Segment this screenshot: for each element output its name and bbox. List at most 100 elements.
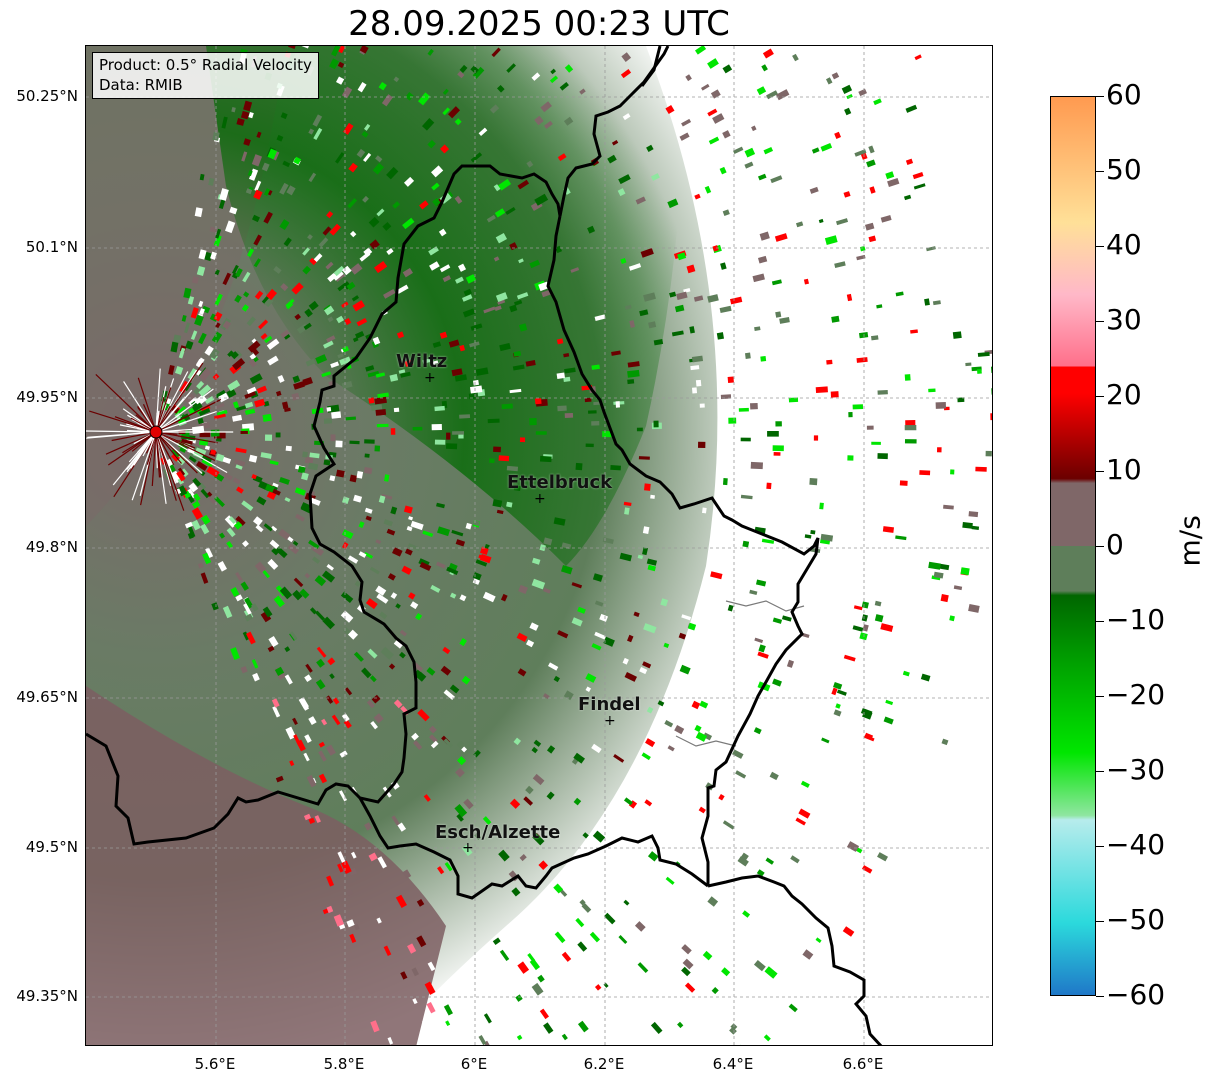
map-title: 28.09.2025 00:23 UTC xyxy=(348,4,730,44)
velocity-bin xyxy=(364,453,370,458)
velocity-bin xyxy=(363,467,373,475)
velocity-bin xyxy=(556,372,565,379)
velocity-bin xyxy=(331,411,342,419)
velocity-bin xyxy=(846,93,853,100)
velocity-bin xyxy=(644,483,651,491)
velocity-bin xyxy=(694,724,702,733)
velocity-bin xyxy=(834,261,846,268)
velocity-bin xyxy=(960,567,970,576)
velocity-bin xyxy=(199,432,211,438)
velocity-bin xyxy=(833,709,842,717)
colorbar-tick-label: 50 xyxy=(1106,153,1142,186)
velocity-bin xyxy=(752,273,765,283)
velocity-bin xyxy=(976,369,982,374)
velocity-bin xyxy=(910,329,918,334)
velocity-bin xyxy=(727,376,734,383)
velocity-bin xyxy=(644,799,653,807)
velocity-bin xyxy=(853,605,863,611)
velocity-bin xyxy=(904,374,911,381)
velocity-bin xyxy=(531,982,544,996)
velocity-bin xyxy=(695,379,702,387)
velocity-bin xyxy=(721,967,731,977)
velocity-bin xyxy=(393,407,400,413)
velocity-bin xyxy=(758,173,767,181)
velocity-bin xyxy=(506,501,513,508)
velocity-bin xyxy=(627,379,635,385)
velocity-bin xyxy=(647,851,659,862)
velocity-bin xyxy=(326,407,332,412)
lon-tick-label: 6.2°E xyxy=(583,1055,625,1073)
velocity-bin xyxy=(771,279,782,286)
velocity-bin xyxy=(707,896,719,907)
velocity-bin xyxy=(210,429,220,437)
velocity-bin xyxy=(904,194,912,201)
velocity-bin xyxy=(928,388,936,393)
velocity-bin xyxy=(679,664,691,675)
velocity-bin xyxy=(836,689,847,696)
colorbar-tick xyxy=(1096,396,1104,397)
lat-tick-label: 49.65°N xyxy=(16,688,78,706)
lon-tick-label: 5.6°E xyxy=(194,1055,236,1073)
velocity-bin xyxy=(758,255,768,264)
velocity-bin xyxy=(820,143,833,152)
velocity-bin xyxy=(831,315,840,323)
velocity-bin xyxy=(990,413,992,421)
velocity-bin xyxy=(773,452,781,456)
velocity-bin xyxy=(615,401,620,408)
velocity-bin xyxy=(873,98,882,106)
velocity-bin xyxy=(775,311,782,318)
velocity-bin xyxy=(712,113,725,124)
product-label: Product: 0.5° Radial Velocity xyxy=(99,56,312,74)
velocity-bin xyxy=(483,1013,492,1024)
velocity-bin xyxy=(742,910,751,918)
velocity-bin xyxy=(722,64,733,74)
velocity-bin xyxy=(941,738,949,746)
velocity-bin xyxy=(905,104,918,113)
velocity-bin xyxy=(962,522,973,529)
velocity-bin xyxy=(744,147,756,158)
velocity-bin xyxy=(275,432,281,438)
velocity-bin xyxy=(719,166,727,175)
velocity-bin xyxy=(754,326,761,331)
velocity-bin xyxy=(800,780,810,788)
velocity-bin xyxy=(375,409,387,416)
city-marker-icon: + xyxy=(604,713,616,729)
velocity-bin xyxy=(618,935,628,945)
velocity-bin xyxy=(862,624,869,632)
velocity-bin xyxy=(880,623,894,632)
velocity-bin xyxy=(422,1020,430,1030)
velocity-bin xyxy=(515,994,523,1002)
city-marker-icon: + xyxy=(534,491,546,507)
colorbar-tick-label: −30 xyxy=(1106,753,1166,786)
velocity-bin xyxy=(529,418,537,426)
velocity-bin xyxy=(738,407,749,412)
velocity-bin xyxy=(492,937,501,946)
velocity-bin xyxy=(434,439,446,445)
velocity-bin xyxy=(924,298,930,306)
velocity-bin xyxy=(965,362,972,367)
colorbar-unit-label: m/s xyxy=(1173,515,1207,567)
city-label: Esch/Alzette xyxy=(435,822,561,843)
velocity-bin xyxy=(842,926,855,937)
velocity-bin xyxy=(478,1034,487,1045)
velocity-bin xyxy=(953,585,963,591)
velocity-bin xyxy=(699,403,705,408)
lat-tick-label: 49.35°N xyxy=(16,987,78,1005)
velocity-bin xyxy=(935,402,947,409)
velocity-bin xyxy=(728,417,737,424)
velocity-bin xyxy=(701,507,707,514)
velocity-bin xyxy=(330,434,336,442)
velocity-bin xyxy=(636,427,643,432)
velocity-bin xyxy=(539,1008,549,1020)
velocity-bin xyxy=(519,437,526,443)
velocity-bin xyxy=(704,185,712,194)
city-marker-icon: + xyxy=(462,840,474,856)
velocity-bin xyxy=(698,806,706,814)
velocity-bin xyxy=(920,673,931,682)
velocity-bin xyxy=(727,604,734,612)
velocity-bin xyxy=(904,439,917,444)
velocity-bin xyxy=(740,437,751,442)
velocity-bin xyxy=(623,899,630,906)
velocity-bin xyxy=(588,410,597,414)
radar-map[interactable] xyxy=(85,45,993,1046)
